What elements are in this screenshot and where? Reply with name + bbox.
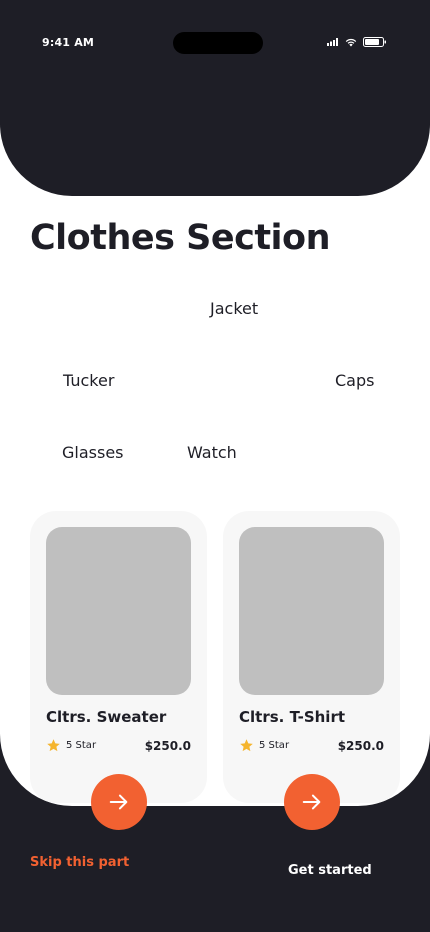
onboarding-screen: 9:41 AM Clothes Section Jacket Tucker Ca… xyxy=(0,0,430,932)
arrow-right-icon xyxy=(109,794,128,810)
get-started-button[interactable]: Get started xyxy=(288,863,372,878)
dynamic-island xyxy=(173,32,263,54)
product-name: Cltrs. Sweater xyxy=(46,708,167,726)
product-rating: 5 Star xyxy=(239,738,289,753)
star-icon xyxy=(47,739,60,752)
star-icon xyxy=(240,739,253,752)
product-rating: 5 Star xyxy=(46,738,96,753)
page-title: Clothes Section xyxy=(30,218,331,258)
product-image xyxy=(46,527,191,695)
rating-text: 5 Star xyxy=(259,740,290,751)
category-tucker[interactable]: Tucker xyxy=(63,371,114,390)
category-jacket[interactable]: Jacket xyxy=(210,299,258,318)
next-button[interactable] xyxy=(284,774,340,830)
header-area xyxy=(0,0,430,196)
category-glasses[interactable]: Glasses xyxy=(62,443,124,462)
product-image xyxy=(239,527,384,695)
product-card[interactable]: Cltrs. T-Shirt 5 Star $250.0 xyxy=(223,511,400,803)
skip-link[interactable]: Skip this part xyxy=(30,855,129,870)
battery-icon xyxy=(363,37,386,47)
wifi-icon xyxy=(345,38,357,46)
category-caps[interactable]: Caps xyxy=(335,371,374,390)
status-icons xyxy=(327,37,387,47)
next-button[interactable] xyxy=(91,774,147,830)
product-name: Cltrs. T-Shirt xyxy=(239,708,346,726)
signal-icon xyxy=(327,38,338,46)
arrow-right-icon xyxy=(302,794,321,810)
product-price: $250.0 xyxy=(144,739,191,753)
status-time: 9:41 AM xyxy=(42,36,95,49)
rating-text: 5 Star xyxy=(66,740,97,751)
product-price: $250.0 xyxy=(337,739,384,753)
product-card[interactable]: Cltrs. Sweater 5 Star $250.0 xyxy=(30,511,207,803)
category-watch[interactable]: Watch xyxy=(187,443,237,462)
